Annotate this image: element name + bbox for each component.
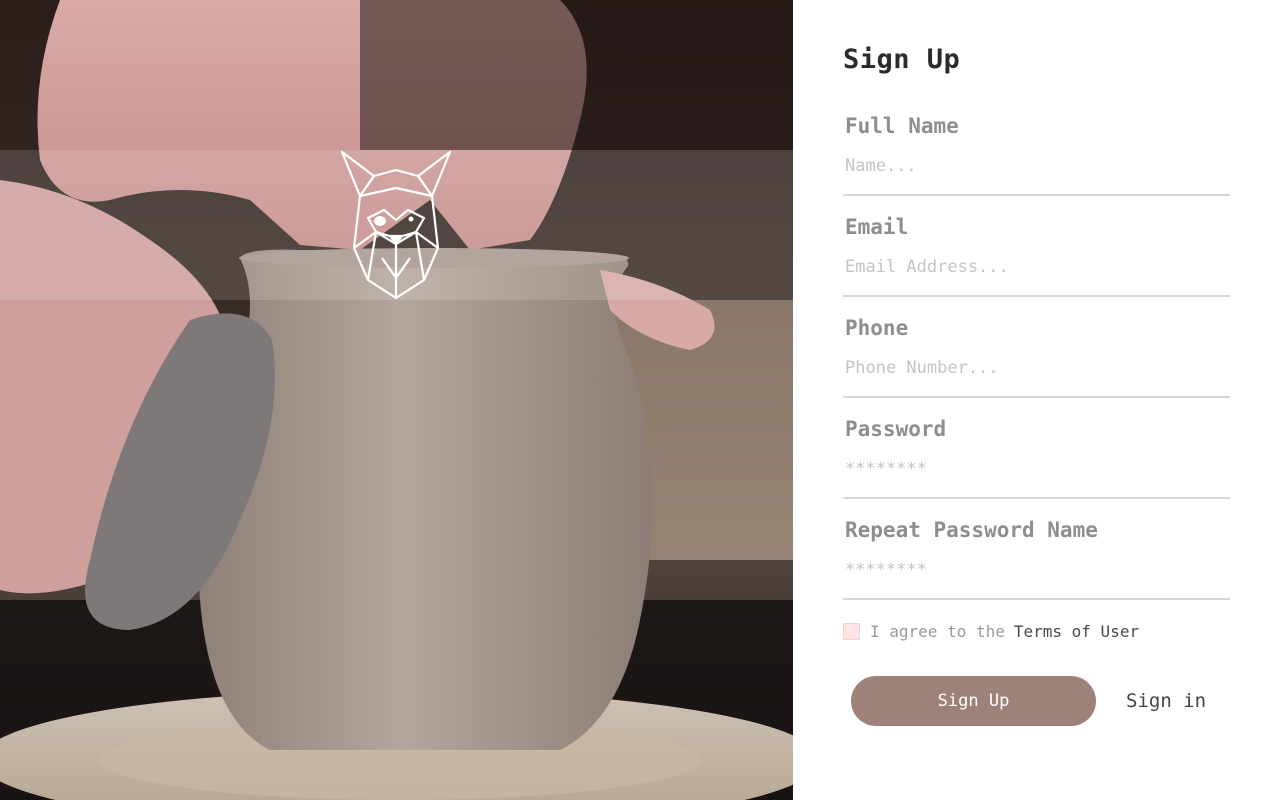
- password-field: Password: [843, 417, 1230, 499]
- full-name-label: Full Name: [845, 114, 959, 138]
- password-label: Password: [845, 417, 947, 441]
- signup-page: Sign Up Full Name Email Phone Password R…: [0, 0, 1280, 800]
- hero-image: [0, 0, 793, 800]
- repeat-password-input[interactable]: [845, 558, 1225, 582]
- dog-head-logo-icon: [340, 150, 452, 300]
- pottery-scene: [0, 0, 793, 800]
- terms-link[interactable]: Terms of User: [1014, 622, 1139, 641]
- phone-input[interactable]: [845, 356, 1225, 380]
- terms-checkbox[interactable]: [843, 622, 860, 640]
- page-title: Sign Up: [843, 44, 961, 75]
- repeat-password-label: Repeat Password Name: [845, 518, 1098, 542]
- full-name-input[interactable]: [845, 154, 1225, 178]
- full-name-field: Full Name: [843, 114, 1230, 196]
- signup-panel: Sign Up Full Name Email Phone Password R…: [793, 0, 1280, 800]
- email-input[interactable]: [845, 255, 1225, 279]
- terms-agreement: I agree to the Terms of User: [843, 620, 1139, 642]
- phone-field: Phone: [843, 316, 1230, 398]
- sign-up-button[interactable]: Sign Up: [851, 676, 1096, 726]
- repeat-password-field: Repeat Password Name: [843, 518, 1230, 600]
- sign-in-link[interactable]: Sign in: [1126, 690, 1206, 712]
- password-input[interactable]: [845, 457, 1225, 481]
- phone-label: Phone: [845, 316, 909, 340]
- terms-text: I agree to the: [870, 621, 1005, 641]
- email-field: Email: [843, 215, 1230, 297]
- email-label: Email: [845, 215, 909, 239]
